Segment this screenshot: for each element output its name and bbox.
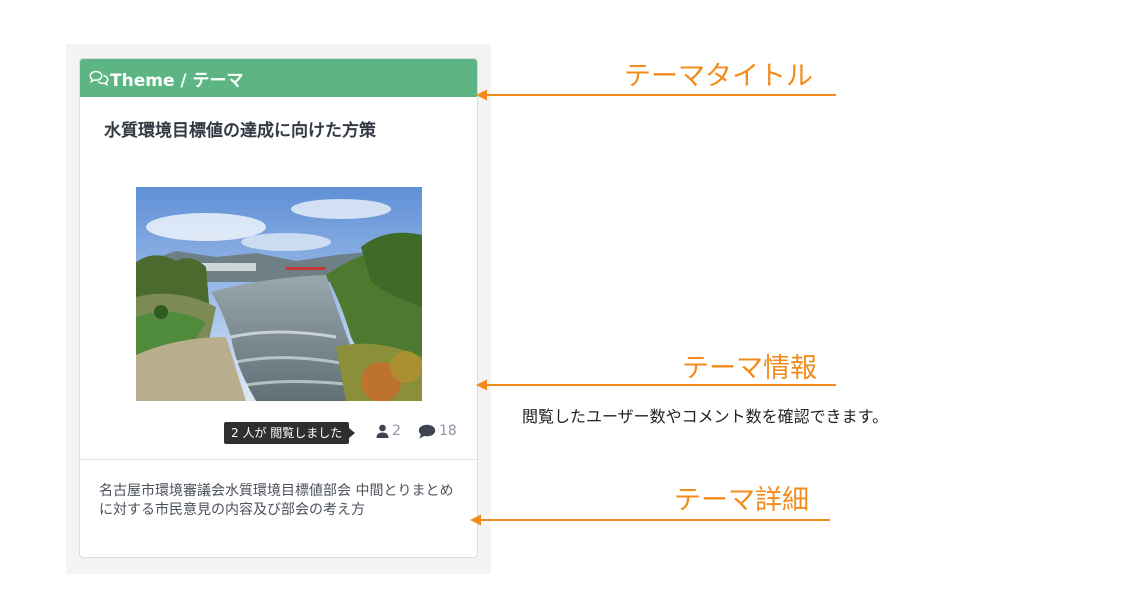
- comment-count[interactable]: 18: [418, 423, 457, 439]
- theme-card[interactable]: Theme / テーマ 水質環境目標値の達成に向けた方策 2 人が 閲覧しました…: [79, 58, 478, 558]
- arrow-left-icon: [476, 89, 836, 101]
- viewers-tooltip: 2 人が 閲覧しました: [224, 422, 356, 444]
- user-icon: [376, 424, 389, 438]
- theme-image[interactable]: [136, 187, 422, 401]
- comment-icon: [418, 424, 436, 438]
- comments-icon: [89, 70, 109, 86]
- card-divider: [80, 459, 477, 460]
- theme-detail: 名古屋市環境審議会水質環境目標値部会 中間とりまとめに対する市民意見の内容及び部…: [99, 483, 454, 518]
- theme-title[interactable]: 水質環境目標値の達成に向けた方策: [104, 121, 454, 141]
- annotation-info-note: 閲覧したユーザー数やコメント数を確認できます。: [522, 407, 889, 426]
- card-header-title: Theme / テーマ: [110, 70, 244, 91]
- viewer-count[interactable]: 2: [376, 423, 401, 439]
- arrow-left-icon: [476, 379, 836, 391]
- viewer-count-value: 2: [392, 423, 401, 439]
- arrow-left-icon: [470, 514, 830, 526]
- comment-count-value: 18: [439, 423, 457, 439]
- card-header: Theme / テーマ: [80, 59, 477, 97]
- theme-info-row: 2 人が 閲覧しました 2 18: [80, 421, 477, 445]
